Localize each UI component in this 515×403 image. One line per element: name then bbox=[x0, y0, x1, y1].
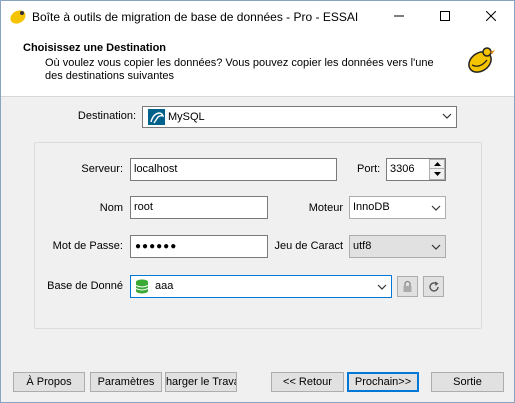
port-step-up-button[interactable] bbox=[430, 160, 444, 169]
password-input[interactable]: ●●●●●● bbox=[130, 235, 268, 258]
settings-button-label: Paramètres bbox=[97, 376, 155, 388]
migration-toolkit-window: Boîte à outils de migration de base de d… bbox=[0, 0, 515, 403]
refresh-button[interactable] bbox=[423, 276, 444, 297]
settings-button[interactable]: Paramètres bbox=[90, 372, 162, 392]
header-title: Choisissez une Destination bbox=[23, 42, 167, 54]
database-label: Base de Donné bbox=[47, 280, 123, 292]
database-value: aaa bbox=[155, 280, 174, 292]
wizard-header: Choisissez une Destination Où voulez vou… bbox=[1, 31, 514, 97]
engine-value: InnoDB bbox=[353, 201, 390, 213]
maximize-icon bbox=[440, 11, 450, 21]
server-label: Serveur: bbox=[81, 163, 123, 175]
exit-button-label: Sortie bbox=[453, 376, 482, 388]
server-value: localhost bbox=[134, 163, 178, 175]
lock-button[interactable] bbox=[397, 276, 418, 297]
back-button-label: << Retour bbox=[283, 376, 332, 388]
window-title: Boîte à outils de migration de base de d… bbox=[32, 10, 359, 24]
load-task-button[interactable]: Charger le Travail bbox=[165, 372, 237, 392]
back-button[interactable]: << Retour bbox=[271, 372, 344, 392]
destination-value: MySQL bbox=[168, 111, 205, 123]
port-stepper[interactable] bbox=[429, 159, 445, 180]
charset-select[interactable]: utf8 bbox=[349, 235, 446, 258]
refresh-icon bbox=[428, 281, 439, 292]
lock-icon bbox=[403, 280, 412, 292]
app-duck-icon bbox=[10, 10, 26, 24]
charset-label: Jeu de Caract bbox=[274, 240, 343, 252]
maximize-button[interactable] bbox=[422, 1, 468, 31]
close-icon bbox=[486, 11, 496, 21]
triangle-down-icon bbox=[433, 171, 441, 176]
header-description: Où voulez vous copier les données? Vous … bbox=[45, 57, 434, 82]
name-label: Nom bbox=[99, 202, 123, 214]
database-select[interactable]: aaa bbox=[130, 275, 392, 298]
server-input[interactable]: localhost bbox=[130, 158, 337, 181]
minimize-icon bbox=[394, 15, 404, 17]
destination-select[interactable]: MySQL bbox=[142, 106, 457, 128]
app-logo-icon bbox=[468, 47, 495, 73]
chevron-down-icon bbox=[377, 284, 387, 290]
minimize-button[interactable] bbox=[376, 1, 422, 31]
next-button[interactable]: Prochain>> bbox=[347, 372, 419, 392]
port-label: Port: bbox=[357, 163, 381, 175]
password-label: Mot de Passe: bbox=[52, 240, 123, 252]
chevron-down-icon bbox=[431, 244, 441, 250]
chevron-down-icon bbox=[442, 113, 452, 119]
about-button-label: À Propos bbox=[26, 376, 72, 388]
engine-label: Moteur bbox=[308, 202, 343, 214]
chevron-down-icon bbox=[431, 205, 441, 211]
exit-button[interactable]: Sortie bbox=[431, 372, 504, 392]
charset-value: utf8 bbox=[353, 240, 372, 252]
title-bar[interactable]: Boîte à outils de migration de base de d… bbox=[1, 1, 514, 31]
password-mask: ●●●●●● bbox=[135, 241, 178, 252]
name-input[interactable]: root bbox=[130, 196, 268, 219]
load-task-button-label: Charger le Travail bbox=[165, 376, 236, 388]
triangle-up-icon bbox=[433, 162, 441, 166]
destination-label: Destination: bbox=[77, 110, 136, 122]
port-step-down-button[interactable] bbox=[430, 169, 444, 178]
about-button[interactable]: À Propos bbox=[13, 372, 85, 392]
close-button[interactable] bbox=[468, 1, 514, 31]
mysql-dolphin-icon bbox=[148, 109, 165, 125]
database-green-icon bbox=[135, 279, 149, 294]
next-button-label: Prochain>> bbox=[354, 376, 412, 388]
name-value: root bbox=[134, 201, 153, 213]
port-value: 3306 bbox=[390, 163, 415, 175]
engine-select[interactable]: InnoDB bbox=[349, 196, 446, 219]
